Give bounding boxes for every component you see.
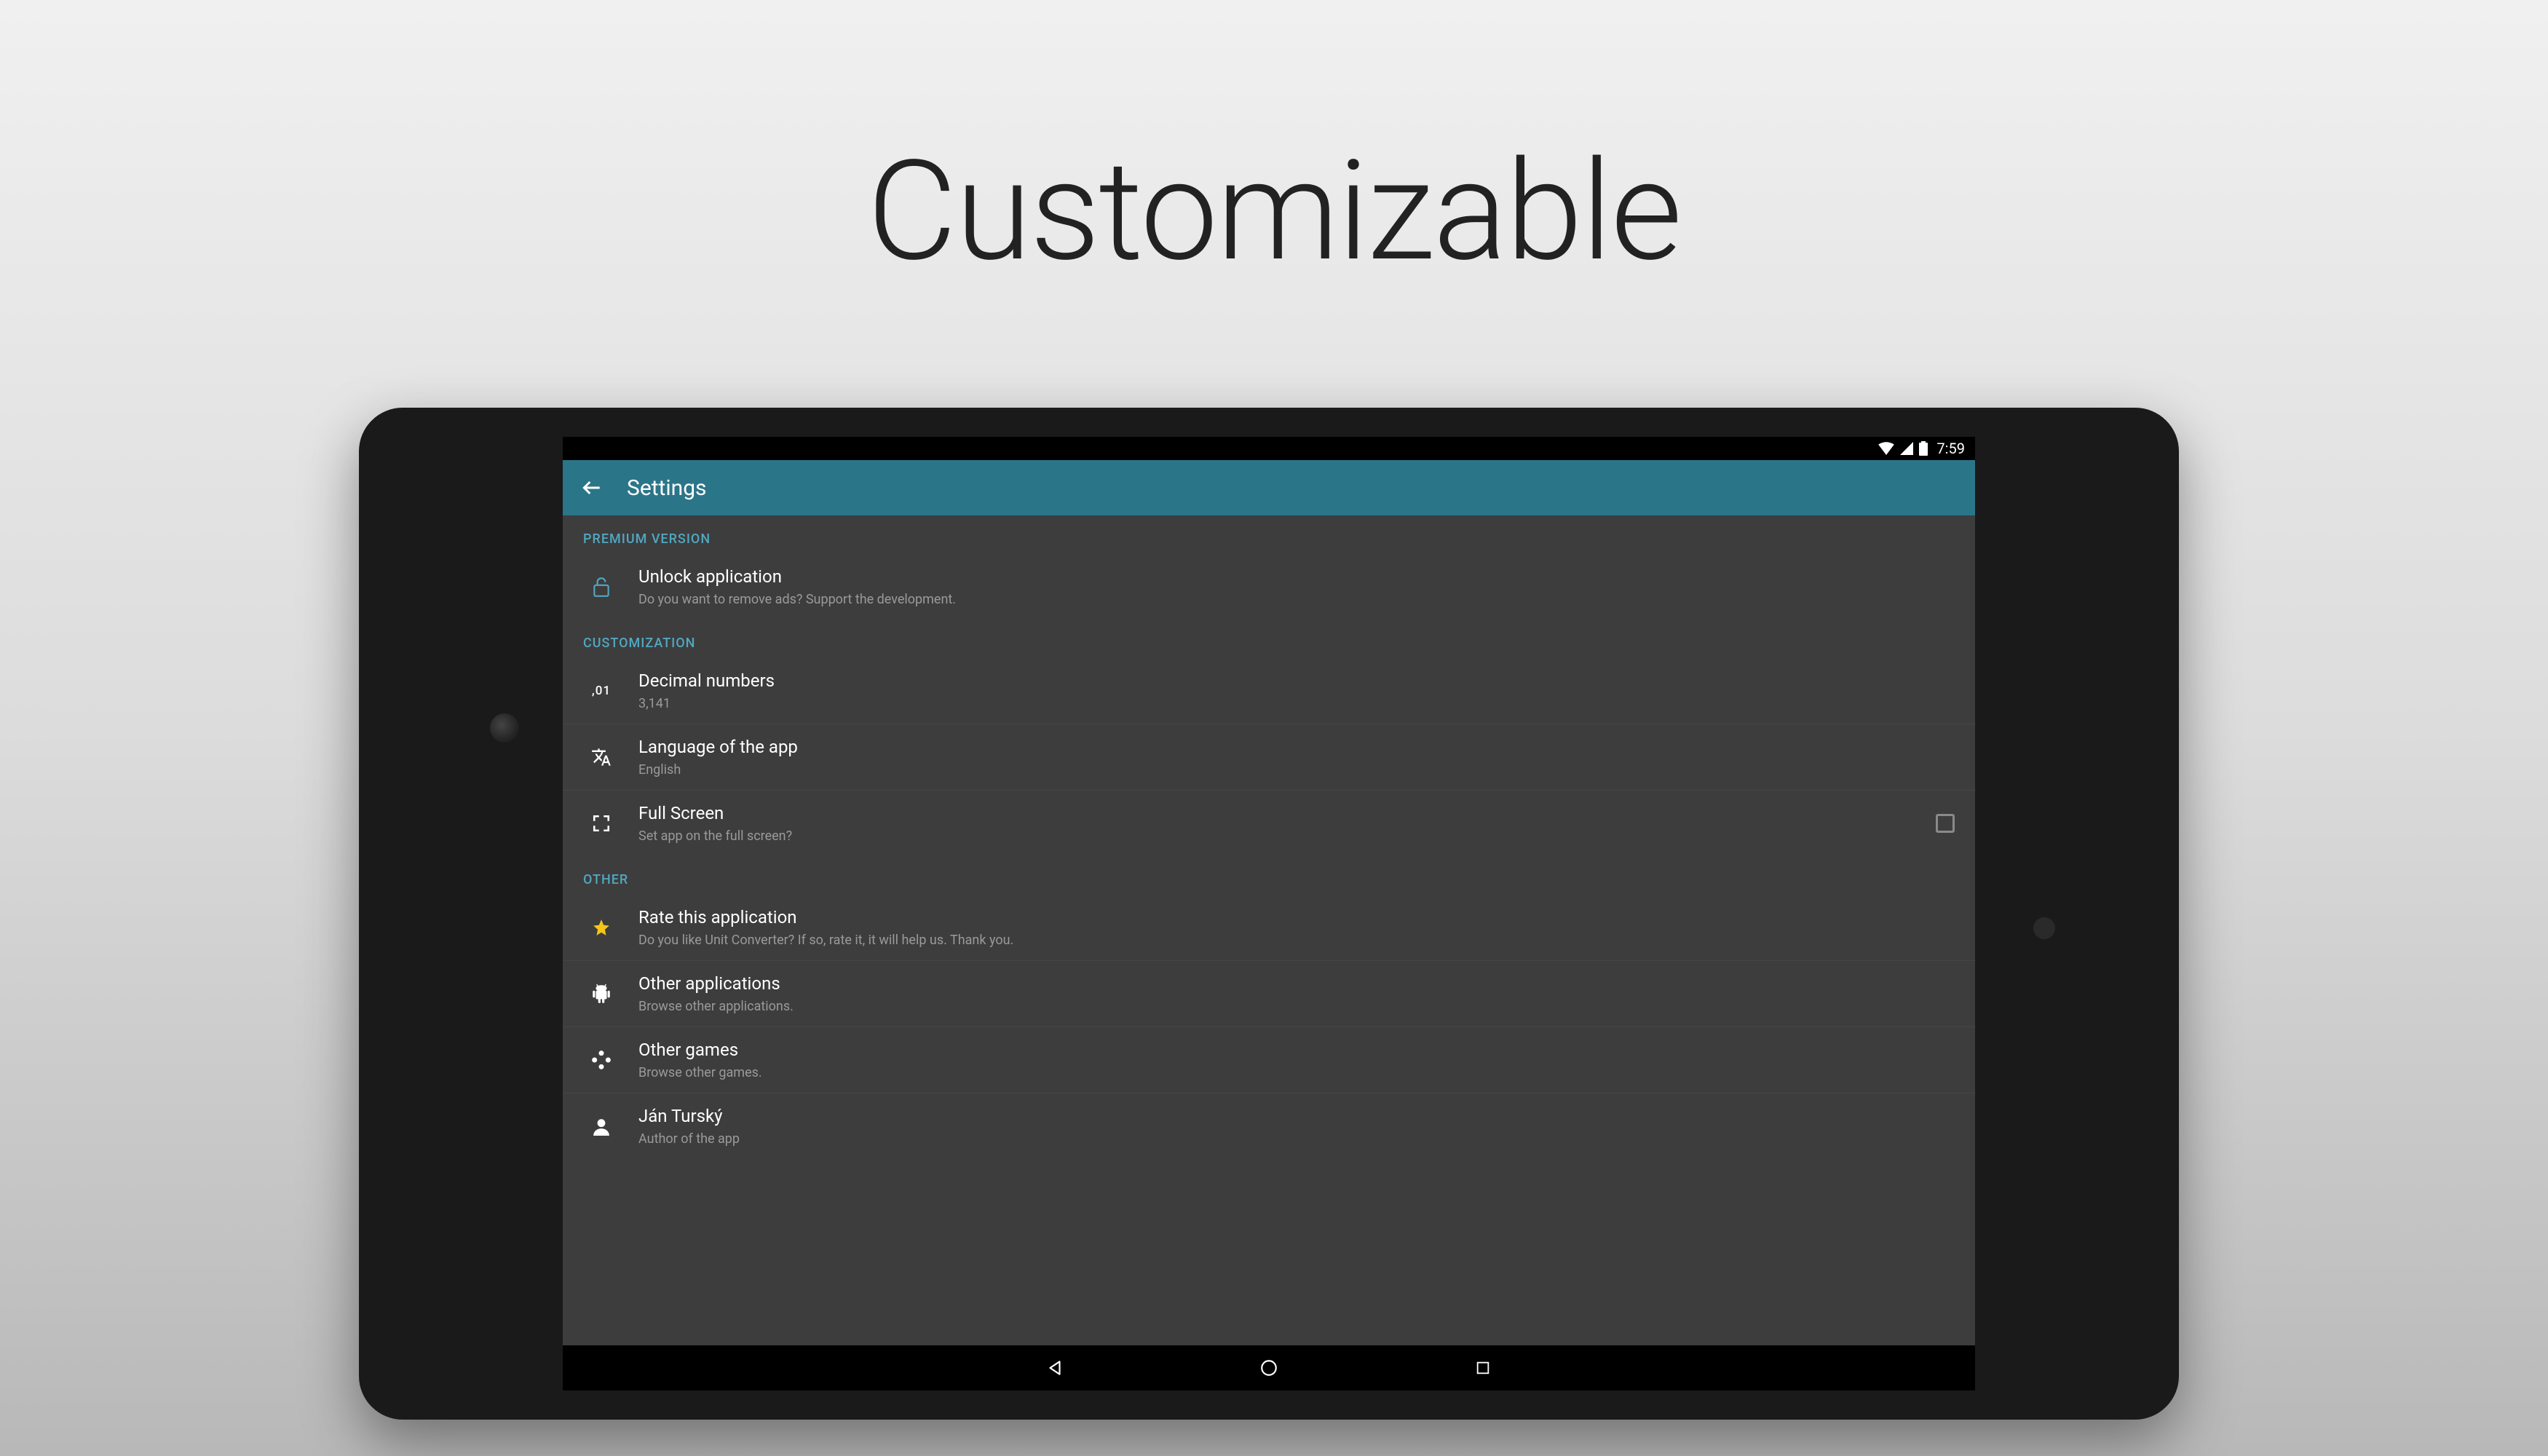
row-rate-app[interactable]: Rate this application Do you like Unit C… — [563, 895, 1975, 960]
row-other-apps[interactable]: Other applications Browse other applicat… — [563, 961, 1975, 1026]
row-other-games[interactable]: Other games Browse other games. — [563, 1027, 1975, 1093]
status-time: 7:59 — [1936, 440, 1965, 457]
appbar-title: Settings — [627, 475, 707, 501]
cell-signal-icon — [1900, 442, 1913, 455]
navigation-bar — [563, 1345, 1975, 1390]
section-header-other: OTHER — [563, 856, 1975, 895]
hero-title: Customizable — [867, 131, 1681, 293]
lock-open-icon — [583, 576, 620, 598]
row-subtitle: Set app on the full screen? — [638, 827, 1921, 845]
row-title: Other games — [638, 1038, 1955, 1063]
row-title: Decimal numbers — [638, 669, 1955, 694]
row-subtitle: Do you want to remove ads? Support the d… — [638, 590, 1955, 609]
row-title: Unlock application — [638, 565, 1955, 590]
row-title: Ján Turský — [638, 1104, 1955, 1129]
nav-recents-button[interactable] — [1471, 1356, 1495, 1380]
row-language[interactable]: Language of the app English — [563, 724, 1975, 790]
app-bar: Settings — [563, 460, 1975, 515]
row-title: Other applications — [638, 972, 1955, 997]
row-title: Rate this application — [638, 906, 1955, 930]
row-author[interactable]: Ján Turský Author of the app — [563, 1093, 1975, 1159]
row-subtitle: Browse other applications. — [638, 997, 1955, 1016]
fullscreen-icon — [583, 814, 620, 833]
row-decimal-numbers[interactable]: ,01 Decimal numbers 3,141 — [563, 658, 1975, 724]
row-subtitle: Browse other games. — [638, 1064, 1955, 1082]
back-button[interactable] — [577, 473, 606, 502]
row-title: Full Screen — [638, 802, 1921, 826]
row-unlock-application[interactable]: Unlock application Do you want to remove… — [563, 554, 1975, 620]
person-icon — [583, 1117, 620, 1136]
wifi-icon — [1878, 442, 1894, 455]
status-bar: 7:59 — [563, 437, 1975, 460]
android-icon — [583, 983, 620, 1005]
battery-icon — [1919, 441, 1928, 456]
star-icon — [583, 918, 620, 937]
row-full-screen[interactable]: Full Screen Set app on the full screen? — [563, 791, 1975, 856]
nav-home-button[interactable] — [1257, 1356, 1281, 1380]
section-header-customization: CUSTOMIZATION — [563, 620, 1975, 658]
screen: 7:59 Settings PREMIUM VERSION Unlock app… — [563, 437, 1975, 1390]
translate-icon — [583, 747, 620, 767]
decimal-icon: ,01 — [583, 684, 620, 698]
section-header-premium: PREMIUM VERSION — [563, 515, 1975, 554]
tablet-frame: 7:59 Settings PREMIUM VERSION Unlock app… — [359, 408, 2179, 1420]
row-subtitle: English — [638, 761, 1955, 779]
row-subtitle: 3,141 — [638, 695, 1955, 713]
row-title: Language of the app — [638, 735, 1955, 760]
games-icon — [583, 1050, 620, 1070]
settings-content: PREMIUM VERSION Unlock application Do yo… — [563, 515, 1975, 1345]
nav-back-button[interactable] — [1042, 1356, 1067, 1380]
fullscreen-checkbox[interactable] — [1936, 814, 1955, 833]
decimal-icon-text: ,01 — [592, 684, 611, 698]
row-subtitle: Do you like Unit Converter? If so, rate … — [638, 931, 1955, 949]
row-subtitle: Author of the app — [638, 1130, 1955, 1148]
